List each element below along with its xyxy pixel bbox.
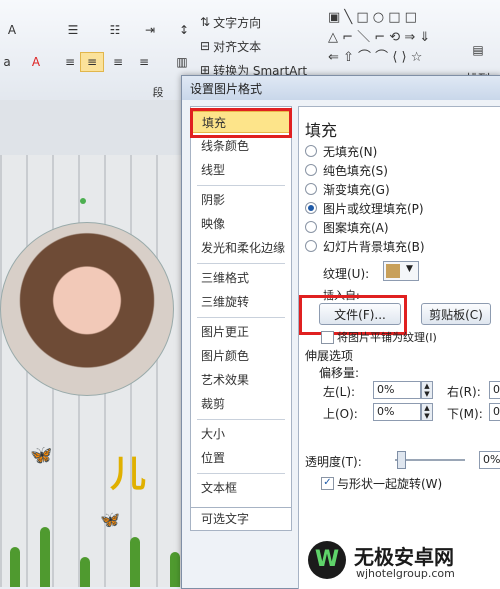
divider bbox=[197, 263, 285, 264]
transparency-slider-thumb[interactable] bbox=[397, 451, 406, 469]
nav-picture-color[interactable]: 图片颜色 bbox=[191, 345, 291, 367]
section-title: 填充 bbox=[305, 121, 338, 140]
top-offset-input[interactable]: 0% bbox=[373, 403, 421, 421]
nav-artistic-effects[interactable]: 艺术效果 bbox=[191, 369, 291, 391]
indent-button[interactable]: ⇥ bbox=[140, 20, 160, 40]
brand-url: wjhotelgroup.com bbox=[356, 567, 455, 580]
tile-checkbox[interactable] bbox=[321, 331, 334, 344]
fill-settings-pane: 填充 无填充(N) 纯色填充(S) 渐变填充(G) 图片或纹理填充(P) 图案填… bbox=[298, 106, 500, 589]
radio-label: 幻灯片背景填充(B) bbox=[323, 240, 425, 254]
format-picture-dialog: 设置图片格式 填充 线条颜色 线型 阴影 映像 发光和柔化边缘 三维格式 三维旋… bbox=[181, 75, 500, 589]
brand-logo-icon: W bbox=[308, 541, 346, 579]
baby-photo-circle[interactable] bbox=[0, 222, 174, 396]
chevron-down-icon: ▼ bbox=[406, 264, 413, 274]
left-offset-label: 左(L): bbox=[323, 385, 356, 399]
watermark: W 无极安卓网 wjhotelgroup.com bbox=[300, 537, 500, 587]
texture-dropdown[interactable]: ▼ bbox=[383, 261, 419, 281]
radio-pattern-fill[interactable] bbox=[305, 221, 317, 233]
grass-decoration bbox=[40, 527, 50, 587]
font-color-button[interactable]: A bbox=[26, 52, 46, 72]
align-left-button[interactable]: ≡ bbox=[58, 52, 82, 72]
left-offset-spinner[interactable]: ▲ ▼ bbox=[421, 381, 433, 399]
text-direction-icon: ⇅ bbox=[200, 15, 211, 29]
align-text-icon: ⊟ bbox=[200, 39, 211, 53]
highlight-box-fill-nav bbox=[190, 108, 292, 138]
brand-name: 无极安卓网 bbox=[354, 545, 454, 569]
bullets-button[interactable]: ☰ bbox=[58, 20, 88, 40]
transparency-label: 透明度(T): bbox=[305, 455, 362, 469]
divider bbox=[197, 473, 285, 474]
top-offset-spinner[interactable]: ▲ ▼ bbox=[421, 403, 433, 421]
clipboard-button[interactable]: 剪贴板(C) bbox=[421, 303, 491, 325]
bottom-offset-label: 下(M): bbox=[447, 407, 483, 421]
rotate-handle[interactable] bbox=[80, 198, 86, 204]
rotate-with-shape-label: 与形状一起旋转(W) bbox=[337, 477, 443, 491]
nav-line-style[interactable]: 线型 bbox=[191, 159, 291, 181]
nav-reflection[interactable]: 映像 bbox=[191, 213, 291, 235]
top-offset-label: 上(O): bbox=[323, 407, 358, 421]
radio-label: 图片或纹理填充(P) bbox=[323, 202, 424, 216]
columns-button[interactable]: ▥ bbox=[170, 52, 194, 72]
divider bbox=[197, 185, 285, 186]
nav-3d-rotation[interactable]: 三维旋转 bbox=[191, 291, 291, 313]
grass-decoration bbox=[10, 547, 20, 587]
right-offset-label: 右(R): bbox=[447, 385, 481, 399]
offset-label: 偏移量: bbox=[319, 366, 360, 380]
dialog-titlebar[interactable]: 设置图片格式 bbox=[182, 76, 500, 100]
radio-label: 纯色填充(S) bbox=[323, 164, 388, 178]
left-offset-input[interactable]: 0% bbox=[373, 381, 421, 399]
numbering-button[interactable]: ☷ bbox=[100, 20, 130, 40]
radio-label: 渐变填充(G) bbox=[323, 183, 390, 197]
category-list: 填充 线条颜色 线型 阴影 映像 发光和柔化边缘 三维格式 三维旋转 图片更正 … bbox=[190, 106, 292, 508]
nav-crop[interactable]: 裁剪 bbox=[191, 393, 291, 415]
nav-picture-corrections[interactable]: 图片更正 bbox=[191, 321, 291, 343]
radio-background-fill[interactable] bbox=[305, 240, 317, 252]
rotate-with-shape-checkbox[interactable]: ✓ bbox=[321, 477, 334, 490]
font-size-down-button[interactable]: A bbox=[4, 20, 20, 40]
slide-title-text: 儿 bbox=[110, 454, 147, 495]
text-direction-button[interactable]: ⇅ 文字方向 bbox=[200, 12, 290, 32]
radio-label: 图案填充(A) bbox=[323, 221, 389, 235]
dialog-title: 设置图片格式 bbox=[190, 82, 263, 96]
nav-alt-text-container: 可选文字 bbox=[190, 508, 292, 531]
texture-swatch-icon bbox=[386, 264, 400, 278]
shapes-gallery-row3[interactable]: ⇐ ⇧ ⌒ ⌒ ⟨ ⟩ ☆ bbox=[328, 50, 422, 66]
justify-button[interactable]: ≡ bbox=[132, 52, 156, 72]
nav-size[interactable]: 大小 bbox=[191, 423, 291, 445]
align-center-button[interactable]: ≡ bbox=[80, 52, 104, 72]
bottom-offset-input[interactable]: 0% bbox=[489, 403, 500, 421]
right-offset-input[interactable]: 0% bbox=[489, 381, 500, 399]
butterfly-icon-2: 🦋 bbox=[100, 510, 120, 529]
paragraph-group-label: 段 bbox=[152, 86, 164, 99]
tile-checkbox-label: 将图片平铺为纹理(I) bbox=[337, 331, 437, 344]
divider bbox=[197, 419, 285, 420]
nav-text-box[interactable]: 文本框 bbox=[191, 477, 291, 499]
divider bbox=[197, 317, 285, 318]
butterfly-icon: 🦋 bbox=[30, 445, 53, 466]
radio-label: 无填充(N) bbox=[323, 145, 378, 159]
radio-solid-fill[interactable] bbox=[305, 164, 317, 176]
nav-line-color[interactable]: 线条颜色 bbox=[191, 135, 291, 157]
line-spacing-button[interactable]: ↕ bbox=[172, 20, 196, 40]
radio-gradient-fill[interactable] bbox=[305, 183, 317, 195]
nav-3d-format[interactable]: 三维格式 bbox=[191, 267, 291, 289]
radio-picture-fill[interactable] bbox=[305, 202, 317, 214]
align-right-button[interactable]: ≡ bbox=[106, 52, 130, 72]
clear-format-button[interactable]: a bbox=[0, 52, 14, 72]
nav-glow-soft-edges[interactable]: 发光和柔化边缘 bbox=[191, 237, 291, 259]
arrange-icon: ▤ bbox=[472, 43, 484, 57]
grass-decoration bbox=[130, 537, 140, 587]
nav-position[interactable]: 位置 bbox=[191, 447, 291, 469]
transparency-input[interactable]: 0% bbox=[479, 451, 500, 469]
grass-decoration bbox=[170, 552, 180, 587]
align-text-button[interactable]: ⊟ 对齐文本 bbox=[200, 36, 290, 56]
nav-alt-text[interactable]: 可选文字 bbox=[191, 508, 291, 530]
shapes-gallery-row2[interactable]: △ ⌐ ＼ ⌐ ⟲ ⇒ ⇓ bbox=[328, 30, 430, 46]
stretch-options-label: 伸展选项 bbox=[305, 349, 354, 363]
texture-label: 纹理(U): bbox=[323, 267, 370, 281]
grass-decoration bbox=[80, 557, 90, 587]
radio-no-fill[interactable] bbox=[305, 145, 317, 157]
nav-shadow[interactable]: 阴影 bbox=[191, 189, 291, 211]
shapes-gallery[interactable]: ▣ ╲ □ ○ □ □ bbox=[328, 10, 417, 26]
